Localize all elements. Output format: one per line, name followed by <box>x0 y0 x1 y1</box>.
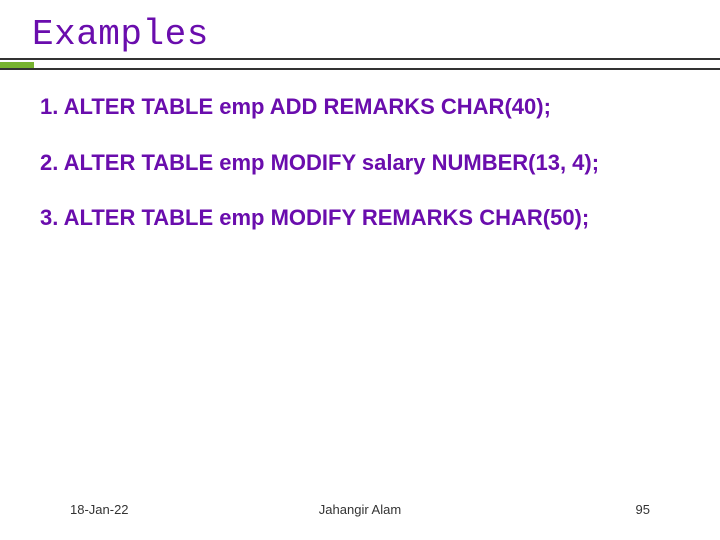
title-wrap: Examples <box>32 14 688 55</box>
content-area: 1. ALTER TABLE emp ADD REMARKS CHAR(40);… <box>40 92 680 259</box>
slide: Examples 1. ALTER TABLE emp ADD REMARKS … <box>0 0 720 540</box>
list-item: 3. ALTER TABLE emp MODIFY REMARKS CHAR(5… <box>40 203 680 233</box>
list-item: 1. ALTER TABLE emp ADD REMARKS CHAR(40); <box>40 92 680 122</box>
footer-page-number: 95 <box>636 502 650 517</box>
rule-line-bottom <box>0 68 720 70</box>
title-rule <box>0 58 720 68</box>
list-item: 2. ALTER TABLE emp MODIFY salary NUMBER(… <box>40 148 680 178</box>
rule-line-top <box>0 58 720 60</box>
slide-title: Examples <box>32 14 209 55</box>
footer-author: Jahangir Alam <box>0 502 720 517</box>
footer: 18-Jan-22 Jahangir Alam 95 <box>0 502 720 522</box>
